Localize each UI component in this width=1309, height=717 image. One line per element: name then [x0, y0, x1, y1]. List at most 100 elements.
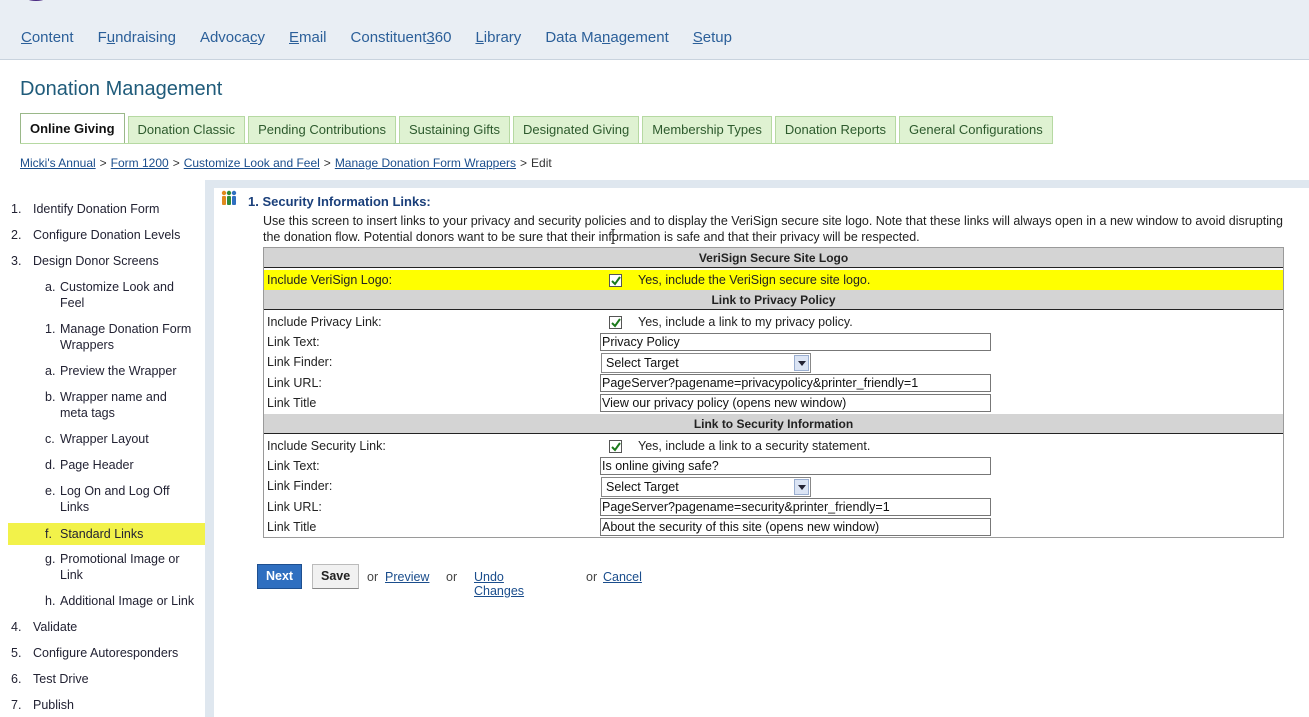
next-button[interactable]: Next [257, 564, 303, 589]
preview-link[interactable]: Preview [385, 570, 429, 584]
breadcrumb-separator: > [172, 156, 180, 170]
step-label-line2: Wrappers [60, 338, 114, 352]
step-wrapper-layout[interactable]: c. Wrapper Layout [45, 431, 201, 447]
tab-online-giving[interactable]: Online Giving [20, 113, 125, 144]
step-label: Page Header [60, 458, 134, 472]
save-button[interactable]: Save [312, 564, 360, 589]
breadcrumb-link-wrappers[interactable]: Manage Donation Form Wrappers [335, 156, 516, 170]
breadcrumb-separator: > [323, 156, 331, 170]
tab-donation-reports[interactable]: Donation Reports [774, 116, 897, 144]
step-label: Validate [33, 620, 78, 634]
step-design-donor-screens[interactable]: 3. Design Donor Screens [11, 253, 201, 269]
step-number: 6. [11, 672, 22, 686]
undo-changes-link[interactable]: Undo Changes [474, 570, 524, 598]
step-number: e. [45, 484, 56, 498]
privacy-checkbox[interactable] [609, 316, 622, 329]
nav-library[interactable]: Library [475, 29, 521, 46]
checkmark-icon [611, 276, 621, 286]
tab-general-configurations[interactable]: General Configurations [899, 116, 1053, 144]
step-test-drive[interactable]: 6. Test Drive [11, 671, 201, 687]
security-url-row: Link URL: PageServer?pagename=security&p… [264, 497, 1283, 517]
step-configure-autoresponders[interactable]: 5. Configure Autoresponders [11, 645, 201, 661]
cancel-link[interactable]: Cancel [603, 570, 642, 584]
security-section-header: Link to Security Information [264, 414, 1283, 434]
security-link-title-input[interactable]: About the security of this site (opens n… [600, 518, 991, 536]
step-label: Wrapper Layout [60, 432, 149, 446]
step-number: c. [45, 432, 55, 446]
step-label: Standard Links [60, 527, 144, 541]
sidebar-divider [205, 180, 214, 717]
step-manage-donation-form-wrappers[interactable]: 1. Manage Donation Form Wrappers [45, 321, 201, 353]
privacy-title-row: Link Title View our privacy policy (open… [264, 393, 1283, 413]
privacy-link-title-input[interactable]: View our privacy policy (opens new windo… [600, 394, 991, 412]
tab-sustaining-gifts[interactable]: Sustaining Gifts [398, 116, 511, 144]
top-navigation-bar: convio Content Fundraising Advocacy Emai… [0, 0, 1309, 60]
step-number: 5. [11, 646, 22, 660]
nav-advocacy[interactable]: Advocacy [200, 29, 265, 46]
or-text: or [367, 570, 379, 584]
security-text-label: Link Text: [267, 459, 320, 473]
breadcrumb-current: Edit [531, 156, 552, 170]
tab-membership-types[interactable]: Membership Types [642, 116, 772, 144]
breadcrumb-link-annual[interactable]: Micki's Annual [20, 156, 96, 170]
step-publish[interactable]: 7. Publish [11, 697, 201, 713]
or-text: or [446, 570, 458, 584]
privacy-link-url-input[interactable]: PageServer?pagename=privacypolicy&printe… [600, 374, 991, 392]
security-link-url-input[interactable]: PageServer?pagename=security&printer_fri… [600, 498, 991, 516]
tab-pending-contributions[interactable]: Pending Contributions [248, 116, 396, 144]
step-validate[interactable]: 4. Validate [11, 619, 201, 635]
step-additional-image-or-link[interactable]: h. Additional Image or Link [45, 593, 203, 609]
tab-designated-giving[interactable]: Designated Giving [513, 116, 640, 144]
step-preview-the-wrapper[interactable]: a. Preview the Wrapper [45, 363, 201, 379]
step-number: b. [45, 390, 56, 404]
chevron-down-icon[interactable] [794, 479, 809, 495]
step-configure-donation-levels[interactable]: 2. Configure Donation Levels [11, 227, 201, 243]
breadcrumb-link-form[interactable]: Form 1200 [111, 156, 169, 170]
step-label-line2: Feel [60, 296, 85, 310]
nav-constituent360[interactable]: Constituent360 [351, 29, 452, 46]
breadcrumb-link-customize[interactable]: Customize Look and Feel [184, 156, 320, 170]
security-links-form: VeriSign Secure Site Logo Include VeriSi… [263, 247, 1284, 538]
security-link-text-input[interactable]: Is online giving safe? [600, 457, 991, 475]
security-title-row: Link Title About the security of this si… [264, 517, 1283, 537]
step-label: Log On and Log Off [60, 484, 170, 498]
privacy-include-row: Include Privacy Link: Yes, include a lin… [264, 312, 1283, 332]
step-log-on-log-off-links[interactable]: e. Log On and Log Off Links [45, 483, 201, 515]
step-standard-links[interactable]: f. Standard Links [8, 523, 205, 545]
tab-bar: Online Giving Donation Classic Pending C… [20, 113, 1056, 144]
convio-logo: convio [28, 0, 118, 3]
step-identify-donation-form[interactable]: 1. Identify Donation Form [11, 201, 201, 217]
nav-email[interactable]: Email [289, 29, 327, 46]
security-include-label: Include Security Link: [267, 439, 386, 453]
security-link-finder-select[interactable]: Select Target [601, 477, 811, 497]
step-number: g. [45, 552, 56, 566]
step-label: Additional Image or Link [60, 594, 195, 608]
step-page-header[interactable]: d. Page Header [45, 457, 201, 473]
step-promotional-image-or-link[interactable]: g. Promotional Image or Link [45, 551, 201, 583]
text-cursor-icon [611, 229, 615, 244]
security-finder-row: Link Finder: Select Target [264, 476, 1283, 497]
step-wrapper-name-and-meta-tags[interactable]: b. Wrapper name and meta tags [45, 389, 201, 421]
privacy-link-text-input[interactable]: Privacy Policy [600, 333, 991, 351]
nav-setup[interactable]: Setup [693, 29, 732, 46]
privacy-link-finder-select[interactable]: Select Target [601, 353, 811, 373]
breadcrumb-separator: > [99, 156, 107, 170]
privacy-text-label: Link Text: [267, 335, 320, 349]
nav-data-management[interactable]: Data Management [545, 29, 668, 46]
tab-donation-classic[interactable]: Donation Classic [127, 116, 246, 144]
security-finder-label: Link Finder: [267, 479, 333, 493]
checkmark-icon [611, 442, 621, 452]
security-include-row: Include Security Link: Yes, include a li… [264, 436, 1283, 456]
step-customize-look-and-feel[interactable]: a. Customize Look and Feel [45, 279, 201, 311]
section-title: 1. Security Information Links: [248, 194, 431, 209]
security-checkbox[interactable] [609, 440, 622, 453]
step-label: Configure Autoresponders [33, 646, 179, 660]
chevron-down-icon[interactable] [794, 355, 809, 371]
step-number: a. [45, 280, 56, 294]
nav-fundraising[interactable]: Fundraising [98, 29, 176, 46]
security-checkbox-text: Yes, include a link to a security statem… [638, 439, 871, 453]
verisign-label: Include VeriSign Logo: [267, 273, 393, 287]
verisign-checkbox[interactable] [609, 274, 622, 287]
step-label: Identify Donation Form [33, 202, 160, 216]
nav-content[interactable]: Content [21, 29, 74, 46]
